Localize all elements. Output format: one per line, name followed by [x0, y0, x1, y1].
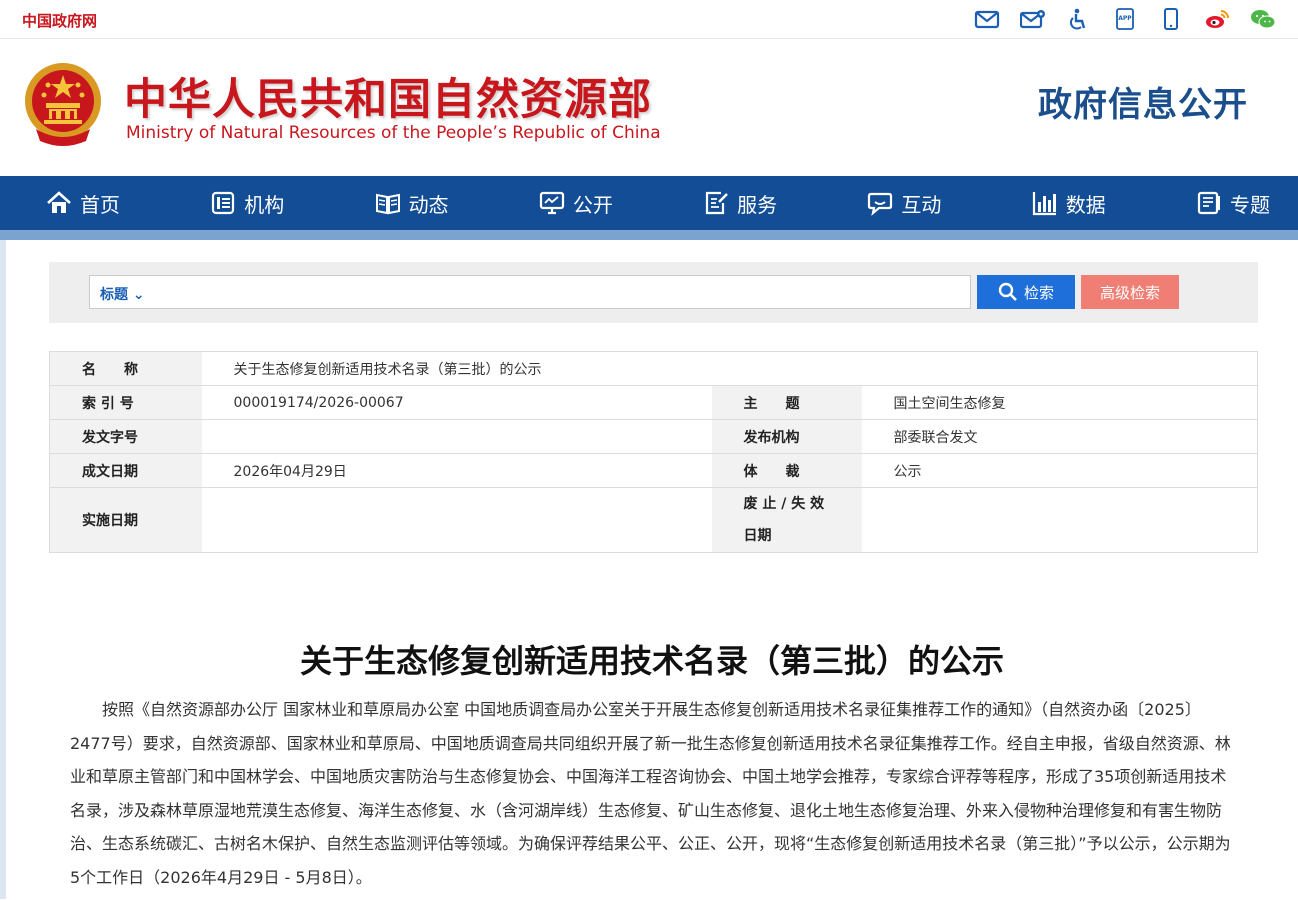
gov-info-open-title[interactable]: 政府信息公开: [1038, 77, 1248, 126]
nav-label: 首页: [80, 192, 120, 217]
nav-label: 服务: [737, 192, 778, 217]
gov-portal-link[interactable]: 中国政府网: [22, 10, 97, 31]
top-icon-group: APP: [970, 6, 1280, 32]
nav-topic[interactable]: 专题: [1196, 176, 1270, 230]
meta-label-index: 索 引 号: [49, 385, 202, 420]
app-icon[interactable]: APP: [1108, 6, 1142, 32]
home-icon: [47, 191, 71, 213]
chat-icon: [868, 192, 893, 216]
meta-row: 成文日期 2026年04月29日 体 裁 公示: [49, 453, 1258, 488]
meta-value-date: 2026年04月29日: [201, 453, 712, 488]
article-title: 关于生态修复创新适用技术名录（第三批）的公示: [299, 642, 1004, 680]
nav-org[interactable]: 机构: [210, 176, 284, 230]
meta-label-abolish-line1: 废 止 / 失 效: [743, 496, 825, 512]
nav-label: 互动: [901, 192, 942, 217]
nav-data[interactable]: 数据: [1032, 176, 1106, 230]
meta-label-date: 成文日期: [49, 453, 202, 488]
main-nav: 首页 机构 动态 公开 服务 互动 数据 专题: [0, 176, 1298, 230]
meta-value-index: 000019174/2026-00067: [201, 385, 712, 420]
advanced-search-button[interactable]: 高级检索: [1081, 275, 1179, 309]
meta-value-impl: [201, 487, 712, 553]
meta-label-impl: 实施日期: [49, 487, 202, 553]
org-icon: [212, 191, 235, 215]
weibo-icon[interactable]: [1200, 6, 1234, 32]
meta-value-genre: 公示: [861, 453, 1258, 488]
monitor-icon: [539, 191, 564, 215]
search-input[interactable]: [160, 280, 960, 304]
nav-news[interactable]: 动态: [375, 176, 449, 230]
accessibility-icon[interactable]: [1062, 6, 1096, 32]
mail-settings-icon[interactable]: [1016, 6, 1050, 32]
meta-value-name: 关于生态修复创新适用技术名录（第三批）的公示: [201, 351, 1258, 386]
ministry-title-cn: 中华人民共和国自然资源部: [124, 75, 652, 125]
wechat-icon[interactable]: [1246, 6, 1280, 32]
document-icon: [1197, 191, 1220, 215]
meta-label-org: 发布机构: [711, 419, 862, 454]
search-panel: 标题 ⌄ 检索 高级检索: [49, 262, 1258, 323]
meta-label-subject: 主 题: [711, 385, 862, 420]
content-area: 标题 ⌄ 检索 高级检索 名 称 关于生态修复创新适用技术名录（第三批）的公示 …: [0, 240, 1298, 899]
app-icon-text: APP: [1118, 15, 1132, 22]
meta-row: 索 引 号 000019174/2026-00067 主 题 国土空间生态修复: [49, 385, 1258, 420]
mail-icon[interactable]: [970, 6, 1004, 32]
bar-chart-icon: [1032, 192, 1056, 216]
search-type-label: 标题: [100, 287, 128, 303]
nav-label: 动态: [408, 192, 449, 217]
document-meta-table: 名 称 关于生态修复创新适用技术名录（第三批）的公示 索 引 号 0000191…: [49, 351, 1258, 553]
meta-label-docno: 发文字号: [49, 419, 202, 454]
nav-label: 数据: [1065, 192, 1106, 217]
meta-label-genre: 体 裁: [711, 453, 862, 488]
article-body: 按照《自然资源部办公厅 国家林业和草原局办公室 中国地质调查局办公室关于开展生态…: [70, 700, 1231, 887]
mobile-icon[interactable]: [1154, 6, 1188, 32]
nav-label: 机构: [244, 192, 285, 217]
nav-label: 公开: [572, 192, 613, 217]
meta-label-name: 名 称: [49, 351, 202, 386]
search-button-label: 检索: [1023, 283, 1054, 302]
nav-interact[interactable]: 互动: [867, 176, 941, 230]
nav-public[interactable]: 公开: [539, 176, 613, 230]
meta-label-abolish: 废 止 / 失 效 日期: [711, 487, 862, 553]
meta-value-docno: [201, 419, 712, 454]
meta-row: 实施日期 废 止 / 失 效 日期: [49, 487, 1258, 553]
meta-row: 发文字号 发布机构 部委联合发文: [49, 419, 1258, 454]
meta-value-org: 部委联合发文: [861, 419, 1258, 454]
book-icon: [375, 193, 400, 215]
meta-value-subject: 国土空间生态修复: [861, 385, 1258, 420]
search-icon: [998, 282, 1017, 301]
header-banner: 中华人民共和国自然资源部 Ministry of Natural Resourc…: [0, 39, 1298, 176]
national-emblem-icon: [25, 63, 101, 146]
edit-icon: [706, 191, 729, 215]
nav-service[interactable]: 服务: [703, 176, 777, 230]
search-button[interactable]: 检索: [977, 275, 1075, 309]
top-bar: 中国政府网 APP: [0, 0, 1298, 39]
search-type-dropdown[interactable]: 标题 ⌄: [100, 284, 145, 304]
nav-home[interactable]: 首页: [46, 176, 120, 230]
ministry-title-en: Ministry of Natural Resources of the Peo…: [126, 123, 661, 143]
search-field-wrap: 标题 ⌄: [89, 275, 971, 309]
meta-label-abolish-line2: 日期: [743, 528, 772, 544]
nav-divider-strip: [0, 230, 1298, 240]
chevron-down-icon: ⌄: [132, 287, 145, 303]
meta-row: 名 称 关于生态修复创新适用技术名录（第三批）的公示: [49, 351, 1258, 386]
meta-value-abolish: [861, 487, 1258, 553]
nav-label: 专题: [1229, 192, 1270, 217]
